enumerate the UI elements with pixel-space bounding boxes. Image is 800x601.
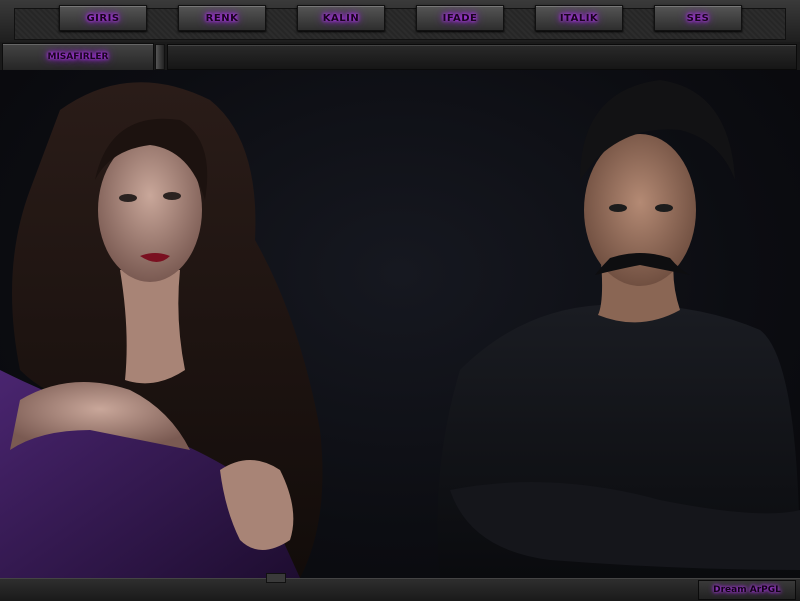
divider: [155, 44, 165, 70]
secondary-bar: MISAFIRLER: [0, 42, 800, 71]
guests-button[interactable]: MISAFIRLER: [2, 43, 154, 71]
top-toolbar: GIRIS RENK KALIN IFADE ITALIK SES: [0, 0, 800, 43]
bottom-bar: Dream ArPGL: [0, 573, 800, 601]
tab-renk[interactable]: RENK: [178, 5, 266, 31]
credit-label: Dream ArPGL: [698, 580, 796, 600]
tab-kalin[interactable]: KALIN: [297, 5, 385, 31]
tab-italik[interactable]: ITALIK: [535, 5, 623, 31]
resize-handle[interactable]: [266, 573, 286, 583]
tab-ses[interactable]: SES: [654, 5, 742, 31]
tab-giris[interactable]: GIRIS: [59, 5, 147, 31]
woman-portrait: [0, 82, 323, 578]
man-portrait: [437, 80, 800, 578]
tab-ifade[interactable]: IFADE: [416, 5, 504, 31]
message-bar: [167, 44, 797, 70]
main-image-area: [0, 70, 800, 578]
